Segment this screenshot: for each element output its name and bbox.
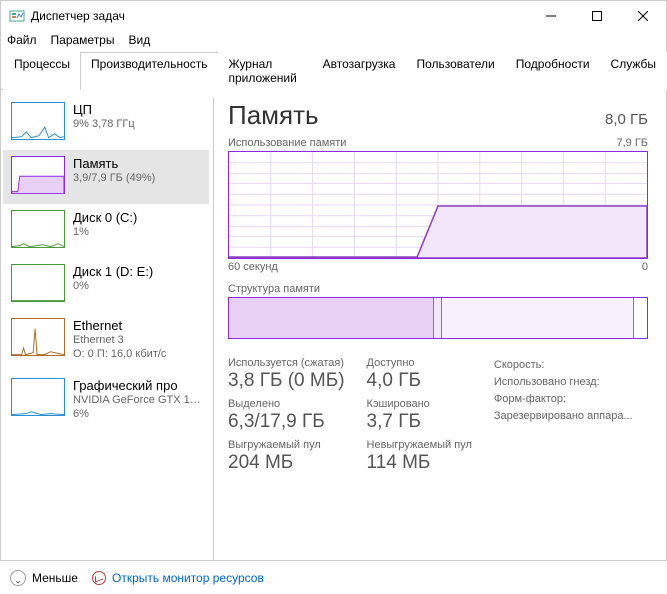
cached-value: 3,7 ГБ [367,411,472,433]
footer-bar: ⌃ Меньше Открыть монитор ресурсов [0,560,667,594]
sidebar-memory-title: Память [73,156,155,171]
tab-bar: Процессы Производительность Журнал прило… [1,51,666,90]
paged-label: Выгружаемый пул [228,439,345,451]
cpu-thumb-icon [11,102,65,140]
ethernet-thumb-icon [11,318,65,356]
memory-thumb-icon [11,156,65,194]
menu-view[interactable]: Вид [128,33,150,47]
disk1-thumb-icon [11,264,65,302]
usage-chart-label: Использование памяти [228,137,346,149]
sidebar-disk0-title: Диск 0 (C:) [73,210,137,225]
nonpaged-label: Невыгружаемый пул [367,439,472,451]
sidebar-ethernet-sub1: Ethernet 3 [73,333,166,347]
composition-label: Структура памяти [228,283,320,295]
usage-chart-max: 7,9 ГБ [616,137,648,149]
tab-services[interactable]: Службы [600,52,667,90]
memory-composition-chart [228,297,648,339]
sidebar-cpu-title: ЦП [73,102,135,117]
app-icon [9,8,25,24]
info-slots: Использовано гнезд: [494,374,633,391]
close-button[interactable] [620,1,666,31]
paged-value: 204 МБ [228,452,345,474]
sidebar-item-cpu[interactable]: ЦП 9% 3,78 ГГц [3,96,209,150]
sidebar-disk0-sub: 1% [73,225,137,239]
fewer-details-button[interactable]: ⌃ Меньше [10,570,78,586]
vertical-divider [213,98,214,572]
window-title: Диспетчер задач [31,9,528,23]
memory-usage-chart [228,151,648,259]
tab-users[interactable]: Пользователи [405,52,505,90]
info-form: Форм-фактор: [494,391,633,408]
sidebar-memory-sub: 3,9/7,9 ГБ (49%) [73,171,155,185]
sidebar-disk1-title: Диск 1 (D: E:) [73,264,153,279]
resource-monitor-label: Открыть монитор ресурсов [112,571,264,585]
in-use-label: Используется (сжатая) [228,357,345,369]
in-use-value: 3,8 ГБ (0 МБ) [228,370,345,392]
composition-standby [442,298,634,338]
composition-free [634,298,647,338]
menu-options[interactable]: Параметры [51,33,115,47]
open-resource-monitor-link[interactable]: Открыть монитор ресурсов [92,571,264,585]
sidebar-item-disk1[interactable]: Диск 1 (D: E:) 0% [3,258,209,312]
sidebar-gpu-sub2: 6% [73,407,201,421]
committed-label: Выделено [228,398,345,410]
info-reserved: Зарезервировано аппара... [494,408,633,425]
tab-startup[interactable]: Автозагрузка [312,52,407,90]
chevron-up-icon: ⌃ [10,570,26,586]
resource-monitor-icon [92,571,106,585]
sidebar-ethernet-title: Ethernet [73,318,166,333]
committed-value: 6,3/17,9 ГБ [228,411,345,433]
disk0-thumb-icon [11,210,65,248]
sidebar-item-gpu[interactable]: Графический про NVIDIA GeForce GTX 166 6… [3,372,209,432]
window-titlebar: Диспетчер задач [1,1,666,31]
tab-app-history[interactable]: Журнал приложений [218,52,313,90]
sidebar-disk1-sub: 0% [73,279,153,293]
available-value: 4,0 ГБ [367,370,472,392]
tab-details[interactable]: Подробности [505,52,601,90]
gpu-thumb-icon [11,378,65,416]
page-title: Память [228,100,319,131]
sidebar-gpu-sub1: NVIDIA GeForce GTX 166 [73,393,201,407]
memory-total: 8,0 ГБ [605,111,648,128]
sidebar-item-memory[interactable]: Память 3,9/7,9 ГБ (49%) [3,150,209,204]
info-speed: Скорость: [494,357,633,374]
sidebar-ethernet-sub2: О: 0 П: 16,0 кбит/с [73,347,166,361]
chart-x-right: 0 [642,261,648,273]
sidebar-item-disk0[interactable]: Диск 0 (C:) 1% [3,204,209,258]
performance-sidebar: ЦП 9% 3,78 ГГц Память 3,9/7,9 ГБ (49%) Д… [1,90,211,580]
tab-performance[interactable]: Производительность [80,52,218,90]
chart-x-left: 60 секунд [228,261,278,273]
tab-processes[interactable]: Процессы [3,52,81,90]
minimize-button[interactable] [528,1,574,31]
sidebar-item-ethernet[interactable]: Ethernet Ethernet 3 О: 0 П: 16,0 кбит/с [3,312,209,372]
menu-file[interactable]: Файл [7,33,37,47]
nonpaged-value: 114 МБ [367,452,472,474]
main-panel: Память 8,0 ГБ Использование памяти 7,9 Г… [218,90,666,580]
fewer-details-label: Меньше [32,571,78,585]
sidebar-gpu-title: Графический про [73,378,201,393]
sidebar-cpu-sub: 9% 3,78 ГГц [73,117,135,131]
cached-label: Кэшировано [367,398,472,410]
composition-modified [434,298,442,338]
available-label: Доступно [367,357,472,369]
maximize-button[interactable] [574,1,620,31]
composition-in-use [229,298,434,338]
menubar: Файл Параметры Вид [1,31,666,51]
